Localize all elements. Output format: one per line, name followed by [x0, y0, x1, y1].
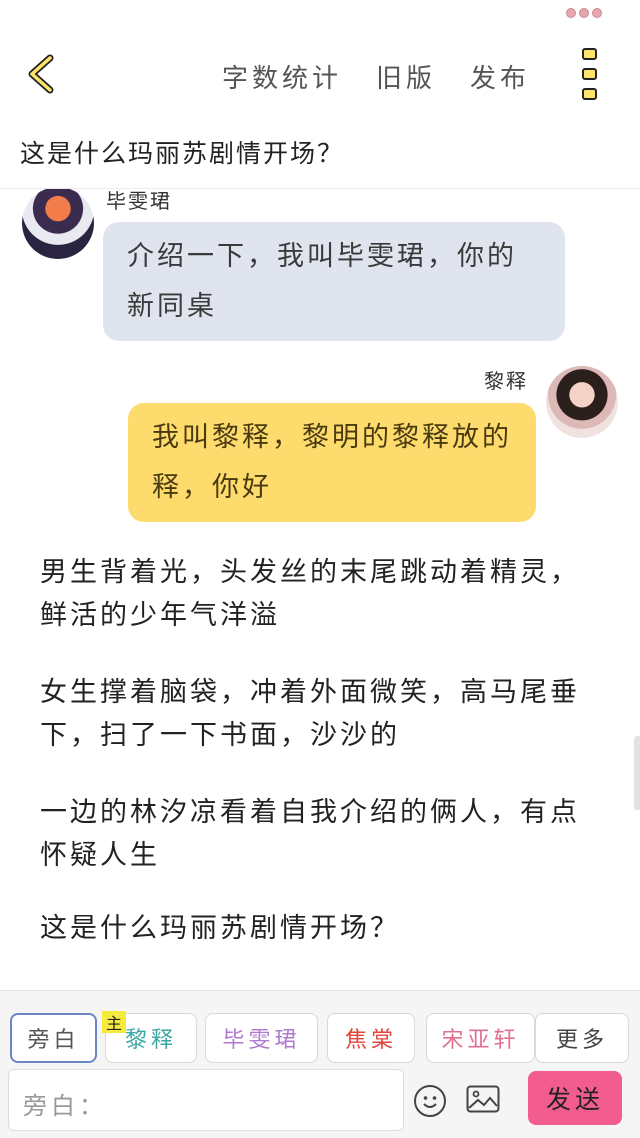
publish-button[interactable]: 发布	[470, 58, 530, 95]
top-bar: 字数统计 旧版 发布	[0, 36, 640, 116]
old-version-button[interactable]: 旧版	[376, 58, 436, 95]
back-button[interactable]	[22, 52, 66, 96]
speaker-name: 毕雯珺	[106, 189, 172, 213]
menu-dot-icon	[582, 68, 597, 80]
speaker-name: 黎释	[484, 369, 528, 393]
narration-paragraph[interactable]: 一边的林汐凉看着自我介绍的俩人，有点怀疑人生	[40, 791, 600, 877]
menu-dot-icon	[582, 88, 597, 100]
role-tab-song-yaxuan[interactable]: 宋亚轩	[426, 1013, 535, 1063]
message-bubble[interactable]: 我叫黎释，黎明的黎释放的释，你好	[128, 403, 536, 522]
narration-paragraph[interactable]: 女生撑着脑袋，冲着外面微笑，高马尾垂下，扫了一下书面，沙沙的	[40, 671, 600, 757]
role-tab-more[interactable]: 更多	[535, 1013, 629, 1063]
image-button[interactable]	[466, 1085, 500, 1113]
chevron-left-icon	[28, 54, 54, 94]
send-button[interactable]: 发送	[528, 1071, 622, 1125]
composer-panel: 旁白 黎释 毕雯珺 焦棠 宋亚轩 更多 主 旁白： 发送	[0, 990, 640, 1138]
role-tab-jiao-tang[interactable]: 焦棠	[327, 1013, 415, 1063]
narration-paragraph[interactable]: 这是什么玛丽苏剧情开场？	[40, 907, 600, 950]
role-selector: 旁白 黎释 毕雯珺 焦棠 宋亚轩 更多	[0, 1013, 640, 1063]
message-input[interactable]: 旁白：	[8, 1069, 404, 1131]
word-count-button[interactable]: 字数统计	[222, 58, 342, 95]
smiley-icon	[423, 1096, 437, 1108]
role-tab-bi-wenjun[interactable]: 毕雯珺	[205, 1013, 318, 1063]
image-icon	[466, 1085, 500, 1113]
status-indicator-dots	[566, 8, 602, 18]
avatar-bi-wenjun[interactable]	[22, 189, 94, 259]
narration-paragraph[interactable]: 男生背着光，头发丝的末尾跳动着精灵，鲜活的少年气洋溢	[40, 551, 600, 637]
scrollbar-handle[interactable]	[634, 736, 640, 810]
emoji-button[interactable]	[414, 1085, 446, 1117]
top-actions: 字数统计 旧版 发布	[222, 58, 530, 95]
story-content[interactable]: 毕雯珺 介绍一下，我叫毕雯珺，你的新同桌 黎释 我叫黎释，黎明的黎释放的释，你好…	[0, 189, 640, 989]
more-menu-button[interactable]	[582, 48, 598, 100]
avatar-li-shi[interactable]	[546, 366, 618, 438]
menu-dot-icon	[582, 48, 597, 60]
chapter-title[interactable]: 这是什么玛丽苏剧情开场？	[20, 134, 344, 170]
message-bubble[interactable]: 介绍一下，我叫毕雯珺，你的新同桌	[103, 222, 565, 341]
host-badge: 主	[102, 1011, 126, 1033]
role-tab-narration[interactable]: 旁白	[10, 1013, 97, 1063]
